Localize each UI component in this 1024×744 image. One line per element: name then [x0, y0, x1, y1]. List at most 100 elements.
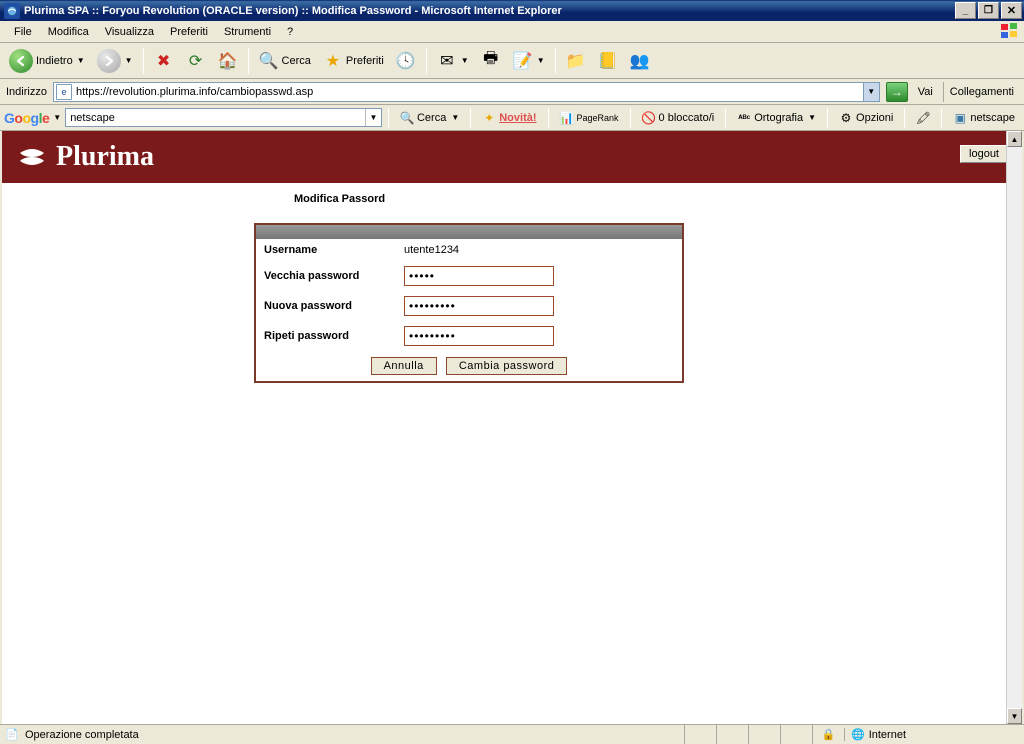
- people-icon: 👥: [630, 51, 650, 71]
- new-password-label: Nuova password: [256, 291, 396, 321]
- repeat-password-label: Ripeti password: [256, 321, 396, 351]
- security-zone[interactable]: 🌐 Internet: [844, 728, 1024, 741]
- chevron-down-icon: ▼: [125, 56, 133, 65]
- logout-button[interactable]: logout: [960, 145, 1008, 163]
- refresh-button[interactable]: ⟳: [181, 47, 211, 75]
- repeat-password-input[interactable]: [404, 326, 554, 346]
- address-dropdown[interactable]: ▼: [863, 83, 879, 101]
- username-value: utente1234: [396, 239, 682, 261]
- address-combo[interactable]: e ▼: [53, 82, 880, 102]
- page-icon: e: [56, 84, 72, 100]
- research-button[interactable]: 📒: [593, 47, 623, 75]
- menu-modifica[interactable]: Modifica: [40, 24, 97, 40]
- menu-help[interactable]: ?: [279, 24, 301, 40]
- favorites-button[interactable]: ★Preferiti: [318, 47, 389, 75]
- google-popup-blocker-button[interactable]: 🚫0 bloccato/i: [637, 108, 720, 128]
- old-password-label: Vecchia password: [256, 261, 396, 291]
- home-button[interactable]: 🏠: [213, 47, 243, 75]
- star-icon: ✦: [482, 111, 496, 125]
- home-icon: 🏠: [218, 51, 238, 71]
- scroll-track[interactable]: [1007, 147, 1022, 708]
- menu-visualizza[interactable]: Visualizza: [97, 24, 162, 40]
- edit-button[interactable]: 📝▼: [508, 47, 550, 75]
- menu-file[interactable]: File: [6, 24, 40, 40]
- minimize-button[interactable]: _: [955, 2, 976, 19]
- toolbar-separator: [143, 48, 144, 74]
- star-icon: ★: [323, 51, 343, 71]
- term-icon: ▣: [953, 111, 967, 125]
- messenger-button[interactable]: 👥: [625, 47, 655, 75]
- google-highlight-button[interactable]: 🖍: [911, 108, 935, 128]
- vertical-scrollbar[interactable]: ▲ ▼: [1006, 131, 1022, 724]
- change-password-button[interactable]: Cambia password: [446, 357, 568, 375]
- google-novita-button[interactable]: ✦Novità!: [477, 108, 541, 128]
- page-body: Modifica Passord Username utente1234 Vec…: [2, 183, 1022, 724]
- history-button[interactable]: 🕓: [391, 47, 421, 75]
- old-password-input[interactable]: [404, 266, 554, 286]
- google-term-button[interactable]: ▣netscape: [948, 108, 1020, 128]
- plurima-logo: Plurima: [16, 141, 154, 173]
- google-search-input[interactable]: [66, 112, 365, 124]
- mail-icon: ✉: [437, 51, 457, 71]
- google-toolbar: Google ▼ ▼ 🔍Cerca▼ ✦Novità! 📊PageRank 🚫0…: [0, 105, 1024, 131]
- toolbar-separator: [555, 48, 556, 74]
- new-password-input[interactable]: [404, 296, 554, 316]
- restore-button[interactable]: ❐: [978, 2, 999, 19]
- window-titlebar: Plurima SPA :: Foryou Revolution (ORACLE…: [0, 0, 1024, 21]
- search-icon: 🔍: [400, 111, 414, 125]
- windows-logo-icon: [1000, 22, 1020, 40]
- book-icon: 📒: [598, 51, 618, 71]
- internet-icon: 🌐: [851, 728, 865, 741]
- username-label: Username: [256, 239, 396, 261]
- toolbar-separator: [248, 48, 249, 74]
- toolbar-separator: [426, 48, 427, 74]
- menu-strumenti[interactable]: Strumenti: [216, 24, 279, 40]
- google-spellcheck-button[interactable]: ᴬᴮᶜOrtografia▼: [732, 108, 821, 128]
- address-bar: Indirizzo e ▼ → Vai Collegamenti: [0, 79, 1024, 105]
- go-button[interactable]: →: [886, 82, 908, 102]
- links-label[interactable]: Collegamenti: [943, 82, 1020, 102]
- mail-button[interactable]: ✉▼: [432, 47, 474, 75]
- app-header: Plurima logout: [2, 131, 1022, 183]
- google-search-box[interactable]: ▼: [65, 108, 382, 127]
- address-input[interactable]: [76, 86, 863, 98]
- search-button[interactable]: 🔍Cerca: [254, 47, 316, 75]
- ie-icon: [4, 3, 20, 19]
- discuss-button[interactable]: 📁: [561, 47, 591, 75]
- brand-name: Plurima: [56, 141, 154, 173]
- refresh-icon: ⟳: [186, 51, 206, 71]
- menu-preferiti[interactable]: Preferiti: [162, 24, 216, 40]
- cancel-button[interactable]: Annulla: [371, 357, 437, 375]
- status-text: Operazione completata: [25, 729, 139, 741]
- status-bar: 📄 Operazione completata 🔒 🌐 Internet: [0, 724, 1024, 744]
- history-icon: 🕓: [396, 51, 416, 71]
- google-logo[interactable]: Google: [4, 110, 49, 126]
- chevron-down-icon[interactable]: ▼: [53, 113, 61, 122]
- google-pagerank-button[interactable]: 📊PageRank: [555, 108, 624, 128]
- popup-icon: 🚫: [642, 111, 656, 125]
- stop-icon: ✖: [154, 51, 174, 71]
- address-label: Indirizzo: [4, 86, 47, 98]
- search-icon: 🔍: [259, 51, 279, 71]
- scroll-up-button[interactable]: ▲: [1007, 131, 1022, 147]
- chevron-down-icon: ▼: [537, 56, 545, 65]
- chevron-down-icon: ▼: [77, 56, 85, 65]
- change-password-panel: Username utente1234 Vecchia password Nuo…: [254, 223, 684, 383]
- back-button[interactable]: Indietro ▼: [4, 47, 90, 75]
- google-search-button[interactable]: 🔍Cerca▼: [395, 108, 464, 128]
- close-button[interactable]: ✕: [1001, 2, 1022, 19]
- scroll-down-button[interactable]: ▼: [1007, 708, 1022, 724]
- browser-content: Plurima logout Modifica Passord Username…: [0, 131, 1024, 724]
- forward-arrow-icon: [97, 49, 121, 73]
- menu-bar: File Modifica Visualizza Preferiti Strum…: [0, 21, 1024, 43]
- google-search-dropdown[interactable]: ▼: [365, 109, 381, 126]
- google-options-button[interactable]: ⚙Opzioni: [834, 108, 898, 128]
- print-button[interactable]: 🖶: [476, 47, 506, 75]
- panel-header: [256, 225, 682, 239]
- highlight-icon: 🖍: [916, 111, 930, 125]
- forward-button[interactable]: ▼: [92, 47, 138, 75]
- stop-button[interactable]: ✖: [149, 47, 179, 75]
- window-title: Plurima SPA :: Foryou Revolution (ORACLE…: [24, 5, 955, 17]
- spellcheck-icon: ᴬᴮᶜ: [737, 111, 751, 125]
- gear-icon: ⚙: [839, 111, 853, 125]
